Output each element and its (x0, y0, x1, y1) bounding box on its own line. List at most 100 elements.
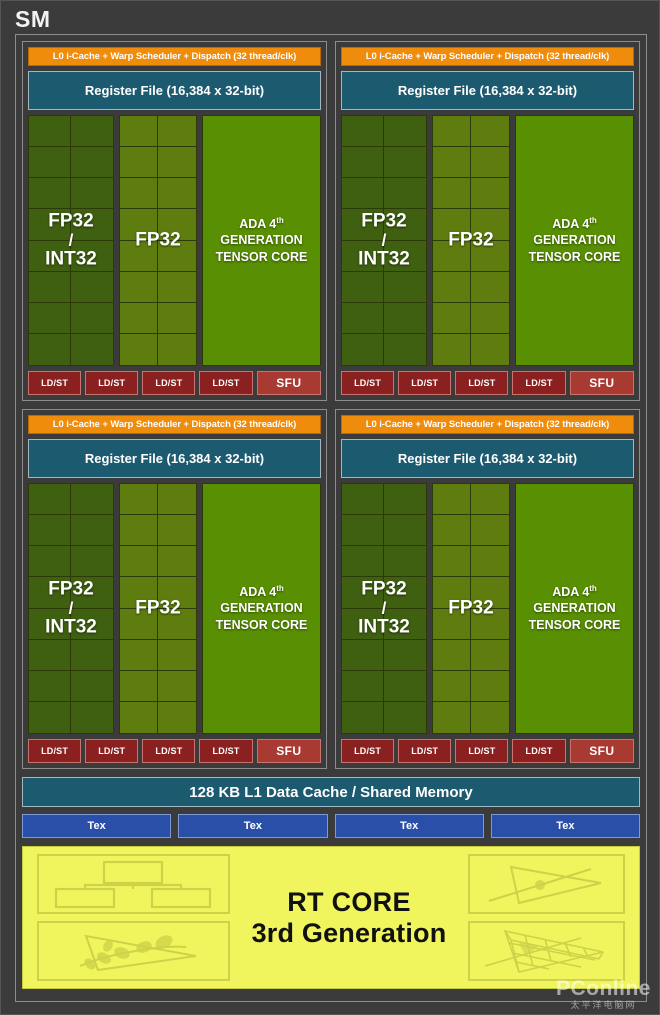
ldst-unit: LD/ST (398, 371, 452, 395)
register-file-bar: Register File (16,384 x 32-bit) (28, 439, 321, 478)
fp32-core-column: FP32 (119, 483, 197, 734)
fp32-core-column: FP32 (432, 115, 510, 366)
register-file-bar: Register File (16,384 x 32-bit) (341, 71, 634, 110)
rt-core-icons-right (468, 854, 625, 981)
ldst-sfu-row: LD/ST LD/ST LD/ST LD/ST SFU (28, 371, 322, 395)
processing-partition-top-right: L0 i-Cache + Warp Scheduler + Dispatch (… (335, 41, 640, 401)
ldst-sfu-row: LD/ST LD/ST LD/ST LD/ST SFU (28, 739, 322, 763)
warp-scheduler-bar: L0 i-Cache + Warp Scheduler + Dispatch (… (341, 47, 634, 66)
rt-core-title-line2: 3rd Generation (251, 917, 447, 948)
tensor-core-line1-sup: th (589, 583, 597, 593)
sfu-unit: SFU (256, 739, 322, 763)
tensor-core-line1-sup: th (276, 215, 284, 225)
tensor-core-label: ADA 4th GENERATION TENSOR CORE (216, 584, 308, 634)
fp32-int32-core-column: FP32 / INT32 (341, 115, 427, 366)
tensor-core-line1-prefix: ADA 4 (552, 584, 590, 599)
warp-scheduler-bar: L0 i-Cache + Warp Scheduler + Dispatch (… (341, 415, 634, 434)
rt-core-icons-left (37, 854, 230, 981)
tensor-core-line3: TENSOR CORE (528, 617, 621, 632)
tensor-core-line3: TENSOR CORE (215, 249, 308, 264)
fp32-int32-core-column: FP32 / INT32 (28, 483, 114, 734)
ldst-unit: LD/ST (512, 739, 566, 763)
tensor-core-line2: GENERATION (220, 601, 303, 616)
sfu-unit: SFU (569, 371, 635, 395)
ldst-unit: LD/ST (28, 739, 82, 763)
core-cell-grid (342, 484, 426, 733)
core-area: FP32 / INT32 FP32 ADA 4th GENERATION TEN… (341, 483, 634, 734)
tensor-core-line2: GENERATION (220, 233, 303, 248)
micro-mesh-triangle-icon (468, 921, 625, 981)
ldst-unit: LD/ST (199, 371, 253, 395)
ldst-sfu-row: LD/ST LD/ST LD/ST LD/ST SFU (341, 739, 635, 763)
ray-triangle-intersection-icon (468, 854, 625, 914)
fp32-int32-core-column: FP32 / INT32 (341, 483, 427, 734)
rt-core-title-line1: RT CORE (287, 887, 411, 918)
tensor-core-line1-prefix: ADA 4 (239, 216, 277, 231)
tensor-core-label: ADA 4th GENERATION TENSOR CORE (529, 584, 621, 634)
tensor-core-line3: TENSOR CORE (528, 249, 621, 264)
core-cell-grid (29, 116, 113, 365)
ldst-unit: LD/ST (199, 739, 253, 763)
core-cell-grid (342, 116, 426, 365)
core-cell-grid (120, 484, 196, 733)
tex-unit: Tex (490, 814, 640, 838)
core-area: FP32 / INT32 FP32 ADA 4th GENERATION TEN… (28, 483, 321, 734)
warp-scheduler-bar: L0 i-Cache + Warp Scheduler + Dispatch (… (28, 415, 321, 434)
tensor-core-block: ADA 4th GENERATION TENSOR CORE (202, 115, 321, 366)
rt-core-block: RT CORE 3rd Generation (22, 846, 640, 989)
rt-core-title: RT CORE 3rd Generation (230, 887, 468, 947)
sfu-unit: SFU (256, 371, 322, 395)
tensor-core-line2: GENERATION (533, 233, 616, 248)
ldst-unit: LD/ST (341, 739, 395, 763)
sm-architecture-diagram: SM L0 i-Cache + Warp Scheduler + Dispatc… (0, 0, 660, 1015)
core-cell-grid (29, 484, 113, 733)
tensor-core-block: ADA 4th GENERATION TENSOR CORE (202, 483, 321, 734)
tensor-core-line1-sup: th (276, 583, 284, 593)
bvh-tree-icon (37, 854, 230, 914)
sm-outer-frame: L0 i-Cache + Warp Scheduler + Dispatch (… (15, 34, 647, 1002)
tensor-core-line1-prefix: ADA 4 (239, 584, 277, 599)
core-cell-grid (120, 116, 196, 365)
core-area: FP32 / INT32 FP32 ADA 4th GENERATION TEN… (341, 115, 634, 366)
tensor-core-block: ADA 4th GENERATION TENSOR CORE (515, 115, 634, 366)
texture-unit-row: Tex Tex Tex Tex (22, 814, 640, 838)
ldst-unit: LD/ST (455, 371, 509, 395)
ldst-sfu-row: LD/ST LD/ST LD/ST LD/ST SFU (341, 371, 635, 395)
tensor-core-label: ADA 4th GENERATION TENSOR CORE (216, 216, 308, 266)
alpha-foliage-triangle-icon (37, 921, 230, 981)
tex-unit: Tex (334, 814, 484, 838)
register-file-bar: Register File (16,384 x 32-bit) (341, 439, 634, 478)
ldst-unit: LD/ST (512, 371, 566, 395)
ldst-unit: LD/ST (142, 739, 196, 763)
tensor-core-line3: TENSOR CORE (215, 617, 308, 632)
sfu-unit: SFU (569, 739, 635, 763)
processing-partition-bottom-left: L0 i-Cache + Warp Scheduler + Dispatch (… (22, 409, 327, 769)
tensor-core-line2: GENERATION (533, 601, 616, 616)
tensor-core-block: ADA 4th GENERATION TENSOR CORE (515, 483, 634, 734)
fp32-core-column: FP32 (119, 115, 197, 366)
ldst-unit: LD/ST (398, 739, 452, 763)
fp32-int32-core-column: FP32 / INT32 (28, 115, 114, 366)
ldst-unit: LD/ST (85, 371, 139, 395)
tensor-core-line1-prefix: ADA 4 (552, 216, 590, 231)
processing-partition-grid: L0 i-Cache + Warp Scheduler + Dispatch (… (22, 41, 640, 769)
page-title: SM (15, 6, 51, 32)
tensor-core-line1-sup: th (589, 215, 597, 225)
ldst-unit: LD/ST (341, 371, 395, 395)
core-cell-grid (433, 116, 509, 365)
warp-scheduler-bar: L0 i-Cache + Warp Scheduler + Dispatch (… (28, 47, 321, 66)
processing-partition-bottom-right: L0 i-Cache + Warp Scheduler + Dispatch (… (335, 409, 640, 769)
register-file-bar: Register File (16,384 x 32-bit) (28, 71, 321, 110)
tex-unit: Tex (22, 814, 172, 838)
processing-partition-top-left: L0 i-Cache + Warp Scheduler + Dispatch (… (22, 41, 327, 401)
ldst-unit: LD/ST (142, 371, 196, 395)
ldst-unit: LD/ST (455, 739, 509, 763)
ldst-unit: LD/ST (28, 371, 82, 395)
core-area: FP32 / INT32 FP32 ADA 4th GENERATION TEN… (28, 115, 321, 366)
l1-data-cache-bar: 128 KB L1 Data Cache / Shared Memory (22, 777, 640, 807)
tensor-core-label: ADA 4th GENERATION TENSOR CORE (529, 216, 621, 266)
tex-unit: Tex (178, 814, 328, 838)
fp32-core-column: FP32 (432, 483, 510, 734)
core-cell-grid (433, 484, 509, 733)
ldst-unit: LD/ST (85, 739, 139, 763)
